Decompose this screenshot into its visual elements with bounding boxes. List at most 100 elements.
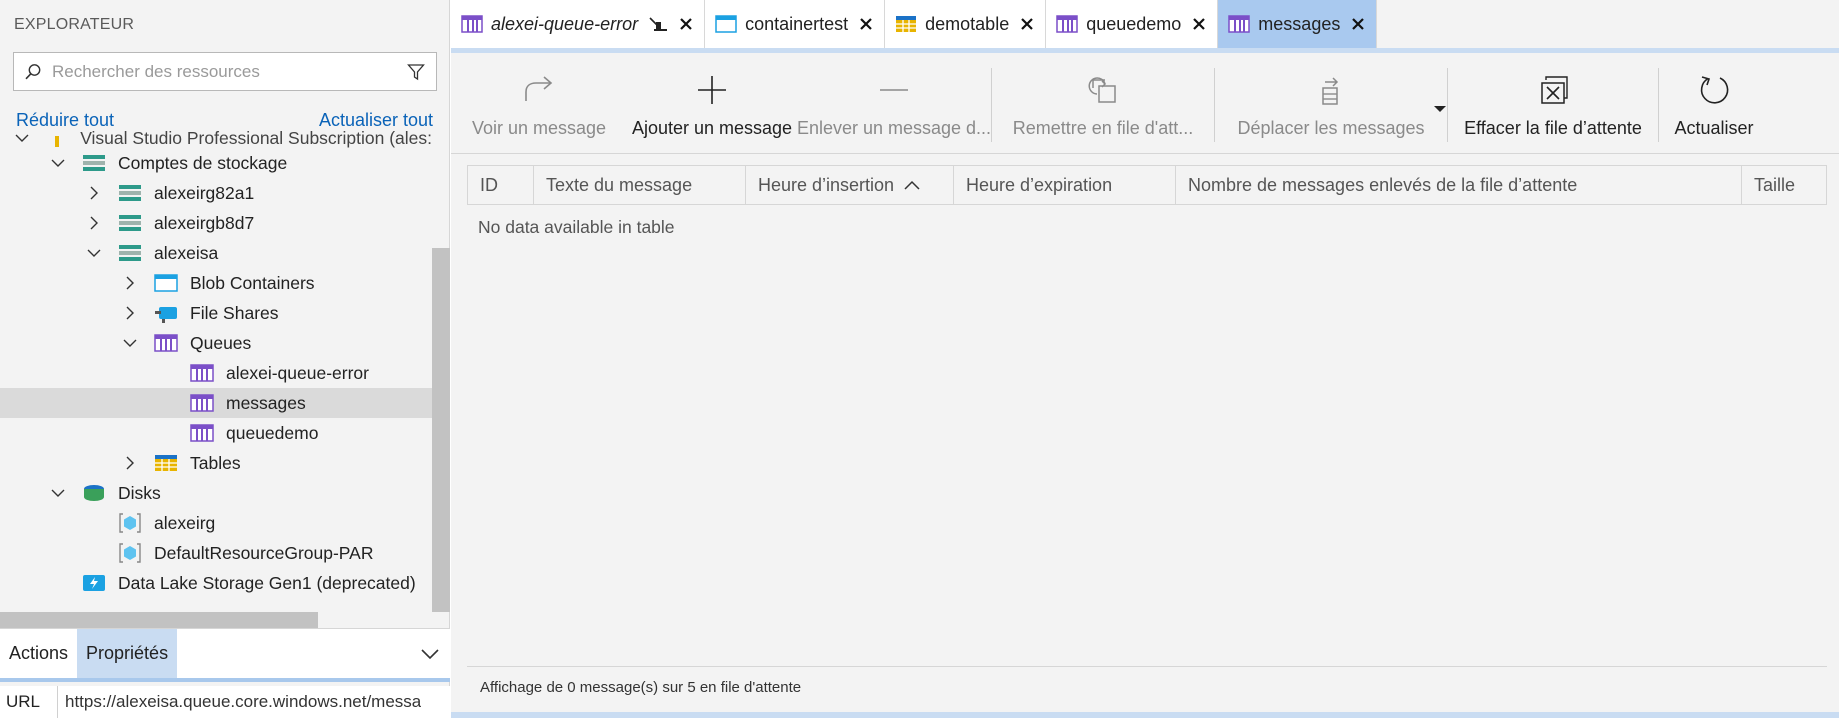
messages-table: ID Texte du message Heure d’insertion He…: [467, 165, 1827, 238]
search-input[interactable]: [52, 61, 396, 82]
filter-icon[interactable]: [396, 53, 436, 90]
tree-item-label: alexei-queue-error: [226, 362, 369, 383]
dequeue-message-button[interactable]: Enlever un message d...: [797, 60, 991, 152]
button-label: Remettre en file d'att...: [1012, 118, 1194, 138]
tab-properties[interactable]: Propriétés: [77, 629, 178, 678]
column-label: Texte du message: [546, 174, 693, 195]
column-header-dequeue-count[interactable]: Nombre de messages enlevés de la file d’…: [1176, 166, 1742, 204]
column-header-id[interactable]: ID: [468, 166, 534, 204]
tree-item-alexeirg[interactable]: alexeirg: [0, 508, 432, 538]
dropdown-arrow-icon[interactable]: [1433, 98, 1447, 118]
chevron-right-icon[interactable]: [84, 183, 104, 203]
tree-item-alexeisa[interactable]: alexeisa: [0, 238, 432, 268]
tree-horizontal-scrollbar[interactable]: [0, 612, 318, 628]
collapse-all-link[interactable]: Réduire tout: [16, 110, 114, 131]
requeue-icon: [1087, 72, 1119, 108]
column-label: Taille: [1754, 174, 1796, 195]
main-area: alexei-queue-error containertest demotab…: [451, 0, 1839, 718]
empty-table-message: No data available in table: [478, 217, 675, 237]
tab-label: queuedemo: [1086, 13, 1182, 34]
button-label: Enlever un message d...: [796, 118, 992, 138]
tree-item-defaultresourcegroup-par[interactable]: DefaultResourceGroup-PAR: [0, 538, 432, 568]
close-icon[interactable]: [1019, 18, 1035, 30]
tree-item-label: Data Lake Storage Gen1 (deprecated): [118, 572, 416, 593]
search-icon: [14, 53, 52, 90]
chevron-down-icon[interactable]: [48, 483, 68, 503]
tree-item-alexeirg82a1[interactable]: alexeirg82a1: [0, 178, 432, 208]
refresh-all-link[interactable]: Actualiser tout: [319, 110, 433, 131]
chevron-right-icon[interactable]: [84, 213, 104, 233]
tree-item-messages[interactable]: messages: [0, 388, 432, 418]
tab-queuedemo[interactable]: queuedemo: [1046, 0, 1219, 48]
tab-actions[interactable]: Actions: [0, 629, 77, 678]
tab-label: alexei-queue-error: [491, 13, 639, 34]
close-icon[interactable]: [1191, 18, 1207, 30]
minus-icon: [878, 72, 910, 108]
tree-item-queuedemo[interactable]: queuedemo: [0, 418, 432, 448]
clear-queue-button[interactable]: Effacer la file d’attente: [1448, 60, 1658, 152]
explorer-panel: EXPLORATEUR Réduire tout Actualiser tout…: [0, 0, 450, 718]
column-label: ID: [480, 174, 498, 195]
tree-item-label: Disks: [118, 482, 161, 503]
close-icon[interactable]: [678, 18, 694, 30]
search-box: [13, 52, 437, 91]
view-message-button[interactable]: Voir un message: [451, 60, 627, 152]
redo-arrow-icon: [522, 72, 556, 108]
status-bar: Affichage de 0 message(s) sur 5 en file …: [467, 666, 1827, 696]
tree-item-label: alexeirgb8d7: [154, 212, 255, 233]
column-label: Nombre de messages enlevés de la file d’…: [1188, 174, 1578, 195]
tree-item-blob-containers[interactable]: Blob Containers: [0, 268, 432, 298]
column-header-expiration-time[interactable]: Heure d’expiration: [954, 166, 1176, 204]
tree-item-data-lake[interactable]: Data Lake Storage Gen1 (deprecated): [0, 568, 432, 598]
tab-demotable[interactable]: demotable: [885, 0, 1047, 48]
move-messages-button[interactable]: Déplacer les messages: [1215, 60, 1447, 152]
button-label: Actualiser: [1674, 118, 1754, 138]
close-icon[interactable]: [858, 18, 874, 30]
tree-item-file-shares[interactable]: File Shares: [0, 298, 432, 328]
tree-item-queues[interactable]: Queues: [0, 328, 432, 358]
tree-item-alexei-queue-error[interactable]: alexei-queue-error: [0, 358, 432, 388]
tree-item-tables[interactable]: Tables: [0, 448, 432, 478]
explorer-title: EXPLORATEUR: [14, 16, 135, 33]
blob-container-icon: [715, 15, 737, 33]
column-header-insertion-time[interactable]: Heure d’insertion: [746, 166, 954, 204]
tab-containertest[interactable]: containertest: [705, 0, 886, 48]
chevron-right-icon[interactable]: [120, 303, 140, 323]
close-icon[interactable]: [1350, 18, 1366, 30]
property-row-url: URL https://alexeisa.queue.core.windows.…: [0, 686, 450, 718]
footer-accent-line: [451, 712, 1839, 718]
disks-icon: [82, 482, 106, 504]
button-label: Effacer la file d’attente: [1464, 118, 1642, 138]
tree-item-alexeirgb8d7[interactable]: alexeirgb8d7: [0, 208, 432, 238]
tree-vertical-scrollbar[interactable]: [432, 248, 450, 612]
tab-messages[interactable]: messages: [1218, 0, 1378, 48]
chevron-down-icon[interactable]: [84, 243, 104, 263]
storage-account-icon: [118, 242, 142, 264]
chevron-down-icon[interactable]: [120, 333, 140, 353]
resource-group-icon: [118, 542, 142, 564]
chevron-down-icon[interactable]: [410, 629, 450, 678]
add-message-button[interactable]: Ajouter un message: [627, 60, 797, 152]
pin-icon[interactable]: [648, 16, 670, 32]
button-label: Déplacer les messages: [1237, 118, 1425, 138]
tab-alexei-queue-error[interactable]: alexei-queue-error: [451, 0, 706, 48]
requeue-button[interactable]: Remettre en file d'att...: [992, 60, 1214, 152]
tree-item-storage-accounts[interactable]: Comptes de stockage: [0, 148, 432, 178]
resource-group-icon: [118, 512, 142, 534]
chevron-right-icon[interactable]: [120, 453, 140, 473]
tree-item-label: messages: [226, 392, 306, 413]
table-icon: [895, 15, 917, 33]
tree-item-disks[interactable]: Disks: [0, 478, 432, 508]
column-header-size[interactable]: Taille: [1742, 166, 1826, 204]
tree-item-label: Comptes de stockage: [118, 152, 288, 173]
chevron-down-icon[interactable]: [48, 153, 68, 173]
chevron-down-icon[interactable]: [12, 130, 31, 148]
refresh-icon: [1698, 72, 1730, 108]
property-value[interactable]: https://alexeisa.queue.core.windows.net/…: [58, 692, 421, 712]
table-header: ID Texte du message Heure d’insertion He…: [467, 165, 1827, 205]
tab-label: demotable: [925, 13, 1010, 34]
resource-tree: Visual Studio Professional Subscription …: [0, 130, 432, 608]
column-header-message-text[interactable]: Texte du message: [534, 166, 746, 204]
chevron-right-icon[interactable]: [120, 273, 140, 293]
refresh-button[interactable]: Actualiser: [1659, 60, 1769, 152]
